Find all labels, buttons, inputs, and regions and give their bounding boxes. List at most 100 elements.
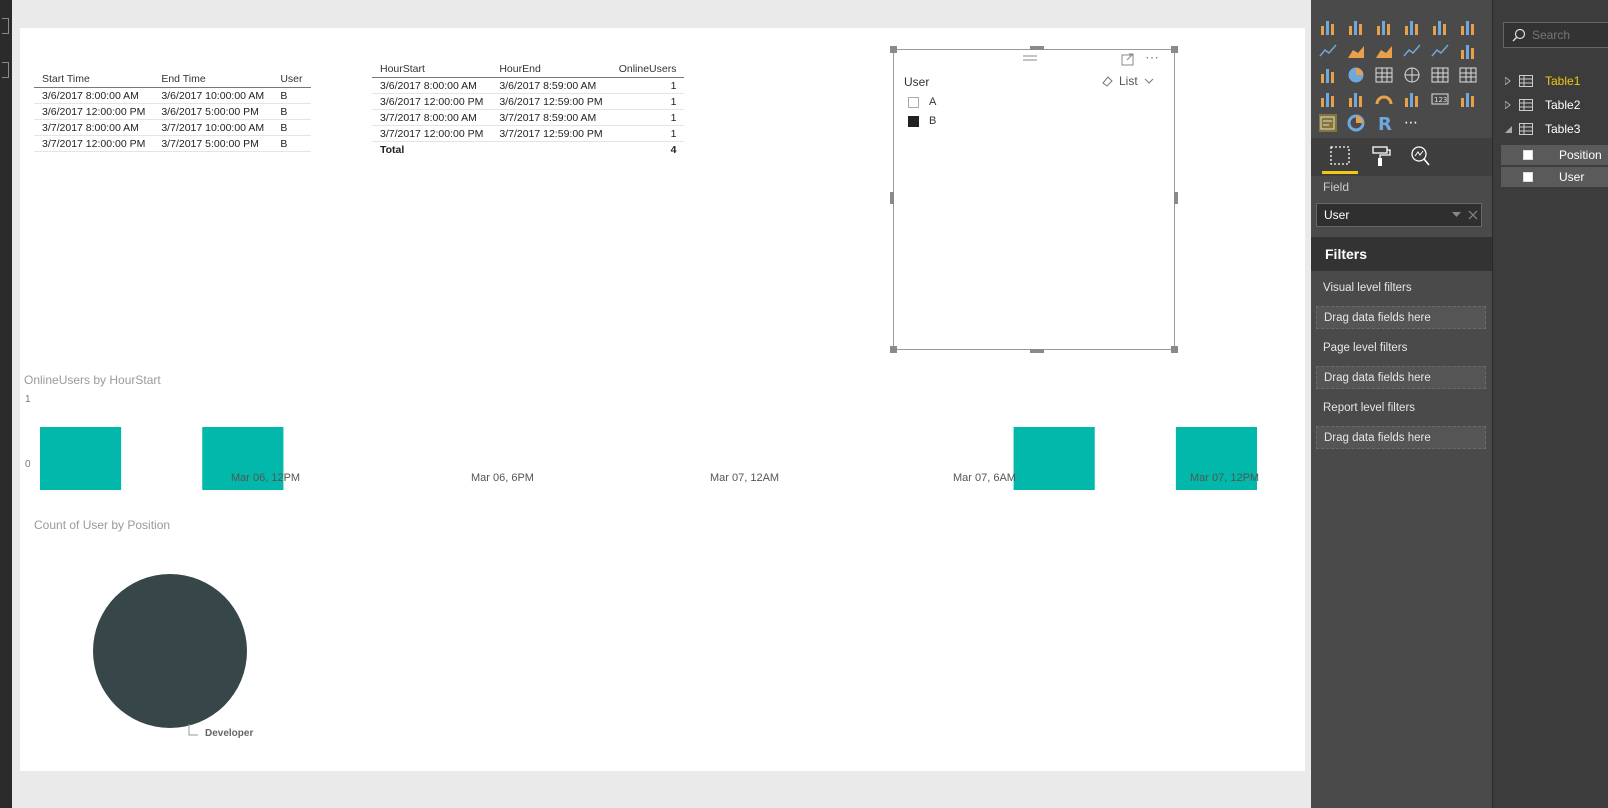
table-row[interactable]: 3/7/2017 8:00:00 AM 3/7/2017 10:00:00 AM B [34, 119, 311, 136]
drag-grip-icon[interactable] [1022, 53, 1038, 63]
table-visual-2[interactable]: HourStart HourEnd OnlineUsers 3/6/2017 8… [372, 62, 685, 157]
stacked-column-icon[interactable] [1347, 18, 1365, 36]
report-view-icon[interactable] [2, 18, 9, 34]
visual-filters-dropzone[interactable]: Drag data fields here [1316, 306, 1486, 329]
clustered-bar-icon[interactable] [1375, 18, 1393, 36]
resize-handle[interactable] [1174, 192, 1178, 204]
column-header[interactable]: OnlineUsers [610, 62, 685, 78]
donut-icon[interactable] [1347, 114, 1365, 132]
focus-mode-icon[interactable] [1121, 53, 1135, 66]
user-slicer[interactable]: ⋯ User List A B [890, 46, 1178, 353]
table-cell: 3/6/2017 12:00:00 PM [34, 103, 154, 120]
table-visual-1[interactable]: Start Time End Time User 3/6/2017 8:00:0… [34, 72, 311, 152]
line-chart-icon[interactable] [1319, 42, 1337, 60]
expand-arrow-icon[interactable] [1505, 77, 1511, 85]
checkbox[interactable] [908, 115, 919, 127]
stacked-area-icon[interactable] [1375, 42, 1393, 60]
card-icon[interactable]: 123 [1431, 90, 1449, 108]
column-chart-svg [40, 427, 1257, 490]
slicer-item-b[interactable]: B [908, 115, 936, 127]
table-row[interactable]: 3/6/2017 12:00:00 PM 3/6/2017 5:00:00 PM B [34, 103, 311, 120]
more-options-icon[interactable]: ⋯ [1145, 49, 1160, 66]
bar[interactable] [1013, 427, 1095, 490]
column-header[interactable]: User [272, 72, 311, 88]
column-header[interactable]: Start Time [34, 72, 154, 88]
line-column-icon[interactable] [1403, 42, 1421, 60]
visual-gallery: 123 R ⋯ [1311, 0, 1492, 140]
table-cell: B [272, 103, 311, 120]
slicer-icon[interactable] [1319, 114, 1337, 132]
table-item-table1[interactable]: Table1 [1493, 70, 1608, 92]
ribbon-chart-icon[interactable] [1459, 42, 1477, 60]
table-item-table2[interactable]: Table2 [1493, 94, 1608, 116]
format-tab-icon[interactable] [1369, 144, 1393, 168]
search-input[interactable] [1532, 26, 1608, 44]
resize-handle[interactable] [1171, 46, 1178, 53]
waterfall-icon[interactable] [1319, 90, 1337, 108]
gauge-icon[interactable] [1375, 90, 1393, 108]
table-row[interactable]: 3/7/2017 12:00:00 PM 3/7/2017 5:00:00 PM B [34, 135, 311, 152]
scatter-icon[interactable] [1319, 66, 1337, 84]
report-filters-dropzone[interactable]: Drag data fields here [1316, 426, 1486, 449]
more-visuals-icon[interactable]: ⋯ [1403, 114, 1421, 132]
table-icon[interactable] [1431, 66, 1449, 84]
table-row[interactable]: 3/6/2017 8:00:00 AM 3/6/2017 10:00:00 AM B [34, 87, 311, 104]
kpi-icon[interactable] [1459, 90, 1477, 108]
table-item-table3[interactable]: Table3 [1493, 118, 1608, 140]
filters-title: Filters [1325, 246, 1368, 262]
treemap-icon[interactable] [1375, 66, 1393, 84]
pie-slice[interactable] [93, 574, 247, 728]
slicer-mode-dropdown[interactable]: List [1101, 74, 1154, 88]
fields-search-box[interactable] [1503, 22, 1608, 48]
field-item-user[interactable]: User [1501, 167, 1608, 187]
100-column-icon[interactable] [1459, 18, 1477, 36]
area-chart-icon[interactable] [1347, 42, 1365, 60]
analytics-tab-icon[interactable] [1408, 144, 1432, 168]
bar[interactable] [40, 427, 122, 490]
resize-handle[interactable] [1030, 349, 1044, 353]
field-checkbox[interactable] [1523, 172, 1533, 182]
resize-handle[interactable] [890, 46, 897, 53]
data-view-icon[interactable] [2, 62, 9, 78]
line-clustered-column-icon[interactable] [1431, 42, 1449, 60]
eraser-icon[interactable] [1101, 75, 1113, 87]
resize-handle[interactable] [890, 192, 894, 204]
expand-arrow-icon[interactable] [1505, 101, 1511, 109]
pie-chart-icon[interactable] [1347, 66, 1365, 84]
column-chart[interactable]: 1 0 Mar 06, 12PM Mar 06, 6PM Mar 07, 12A… [20, 390, 1305, 490]
slicer-mode-label: List [1119, 74, 1138, 88]
table-row[interactable]: 3/7/2017 8:00:00 AM 3/7/2017 8:59:00 AM 1 [372, 109, 685, 126]
matrix-icon[interactable] [1459, 66, 1477, 84]
table-row[interactable]: 3/6/2017 8:00:00 AM 3/6/2017 8:59:00 AM 1 [372, 77, 685, 94]
resize-handle[interactable] [890, 346, 897, 353]
clustered-column-icon[interactable] [1403, 18, 1421, 36]
table-cell: 1 [610, 93, 685, 110]
table-cell: B [272, 87, 311, 104]
chevron-down-icon[interactable] [1452, 212, 1461, 218]
resize-handle[interactable] [1030, 46, 1044, 50]
field-well-user[interactable]: User [1316, 203, 1482, 227]
stacked-bar-icon[interactable] [1319, 18, 1337, 36]
slicer-item-a[interactable]: A [908, 96, 936, 108]
funnel-icon[interactable] [1347, 90, 1365, 108]
collapse-arrow-icon[interactable] [1505, 125, 1512, 133]
close-icon[interactable] [1468, 210, 1478, 220]
page-filters-dropzone[interactable]: Drag data fields here [1316, 366, 1486, 389]
field-checkbox[interactable] [1523, 150, 1533, 160]
resize-handle[interactable] [1171, 346, 1178, 353]
multi-row-card-icon[interactable] [1403, 90, 1421, 108]
column-header[interactable]: End Time [153, 72, 273, 88]
x-tick-label: Mar 06, 12PM [231, 472, 301, 484]
table-cell: 3/6/2017 5:00:00 PM [153, 103, 273, 120]
r-visual-icon[interactable]: R [1375, 114, 1393, 135]
100-bar-icon[interactable] [1431, 18, 1449, 36]
column-header[interactable]: HourEnd [491, 62, 611, 78]
checkbox[interactable] [908, 96, 919, 108]
map-icon[interactable] [1403, 66, 1421, 84]
field-item-position[interactable]: Position [1501, 145, 1608, 165]
pie-chart[interactable]: Developer [80, 573, 300, 773]
table-row[interactable]: 3/6/2017 12:00:00 PM 3/6/2017 12:59:00 PM… [372, 93, 685, 110]
fields-tab-icon[interactable] [1328, 144, 1352, 168]
column-header[interactable]: HourStart [372, 62, 492, 78]
table-row[interactable]: 3/7/2017 12:00:00 PM 3/7/2017 12:59:00 PM… [372, 125, 685, 142]
